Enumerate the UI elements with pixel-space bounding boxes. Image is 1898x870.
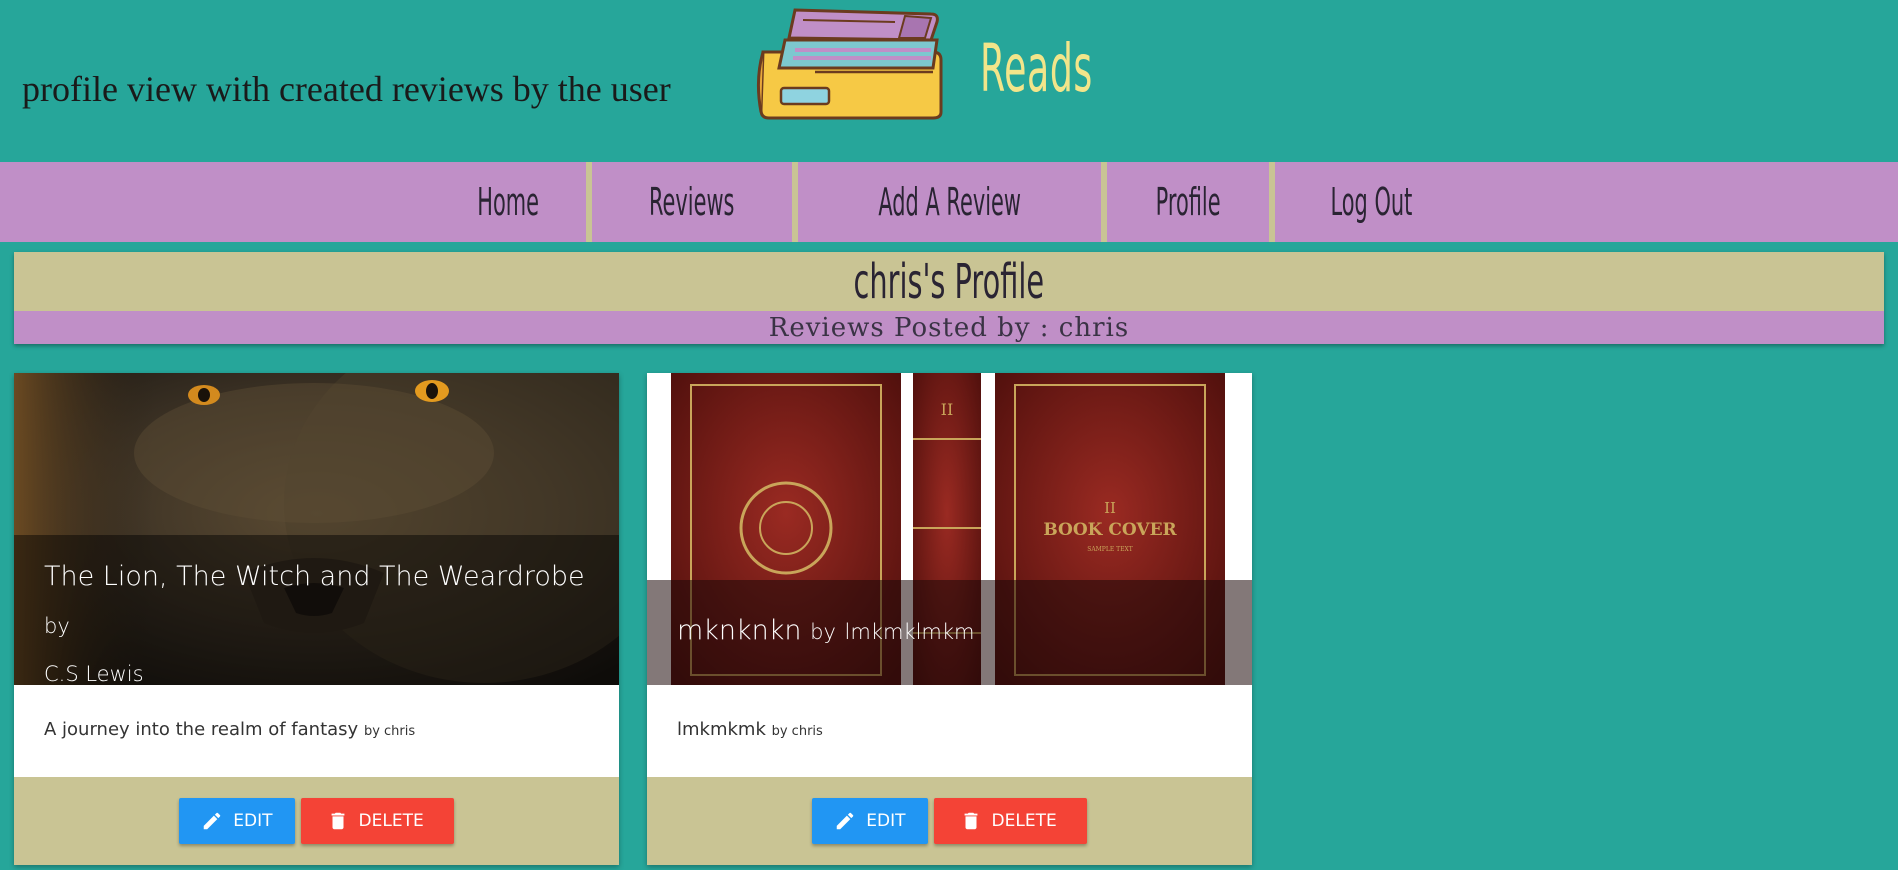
nav-log-out-label: Log Out [1330,180,1413,224]
review-card: The Lion, The Witch and The Weardrobe by… [14,373,619,865]
books-logo-icon[interactable] [755,0,965,122]
review-posted-by: by chris [771,724,823,739]
card-actions: EDIT DELETE [647,777,1252,865]
delete-button[interactable]: DELETE [933,798,1087,844]
review-posted-by: by chris [363,724,416,739]
pencil-icon [204,812,221,830]
edit-button[interactable]: EDIT [812,798,928,844]
trash-icon [964,812,977,830]
nav-home-label: Home [477,180,540,224]
nav-reviews-label: Reviews [649,180,735,224]
card-actions: EDIT DELETE [14,777,619,865]
page-header: profile view with created reviews by the… [0,0,1898,162]
review-title-line: The Lion, The Witch and The Weardrobe by [44,553,589,650]
nav-add-review[interactable]: Add A Review [798,162,1107,242]
screenshot-caption: profile view with created reviews by the… [22,69,671,109]
profile-subtitle: Reviews Posted by : chris [14,311,1884,344]
delete-button-label: DELETE [991,811,1057,831]
edit-button-label: EDIT [233,811,273,831]
review-title-line: mknknkn by lmkmklmkm [677,614,1222,649]
profile-title: chris's Profile [853,253,1045,310]
review-description: A journey into the realm of fantasy [44,719,359,740]
review-description: lmkmkmk [677,719,766,740]
edit-button[interactable]: EDIT [179,798,295,844]
main-navbar: Home Reviews Add A Review Profile Log Ou… [0,162,1898,242]
trash-icon [331,812,344,830]
delete-button-label: DELETE [358,811,424,831]
nav-add-review-label: Add A Review [877,180,1021,224]
card-title-overlay: The Lion, The Witch and The Weardrobe by… [14,535,619,686]
review-author: lmkmklmkm [844,620,975,644]
review-title: mknknkn [677,615,802,646]
svg-text:II: II [1104,499,1116,517]
review-card: II BOOK COVER SAMPLE TEXT II mknknkn by … [647,373,1252,865]
card-title-overlay: mknknkn by lmkmklmkm [647,580,1252,685]
pencil-icon [837,812,854,830]
profile-banner: chris's Profile Reviews Posted by : chri… [14,252,1884,344]
profile-title-bar: chris's Profile [14,252,1884,311]
review-title: The Lion, The Witch and The Weardrobe [44,561,585,592]
svg-text:BOOK COVER: BOOK COVER [1043,520,1177,540]
nav-profile[interactable]: Profile [1107,162,1276,242]
nav-home[interactable]: Home [430,162,593,242]
nav-log-out[interactable]: Log Out [1275,162,1468,242]
nav-profile-label: Profile [1155,180,1221,224]
card-content: A journey into the realm of fantasy by c… [14,685,619,777]
brand-name[interactable]: Reads [980,30,1093,107]
delete-button[interactable]: DELETE [300,798,454,844]
edit-button-label: EDIT [866,811,906,831]
svg-text:II: II [941,400,954,419]
card-content: lmkmkmk by chris [647,685,1252,777]
nav-reviews[interactable]: Reviews [592,162,798,242]
review-by-word: by [810,620,836,644]
svg-text:SAMPLE TEXT: SAMPLE TEXT [1087,546,1133,553]
review-by-word: by [44,614,70,638]
